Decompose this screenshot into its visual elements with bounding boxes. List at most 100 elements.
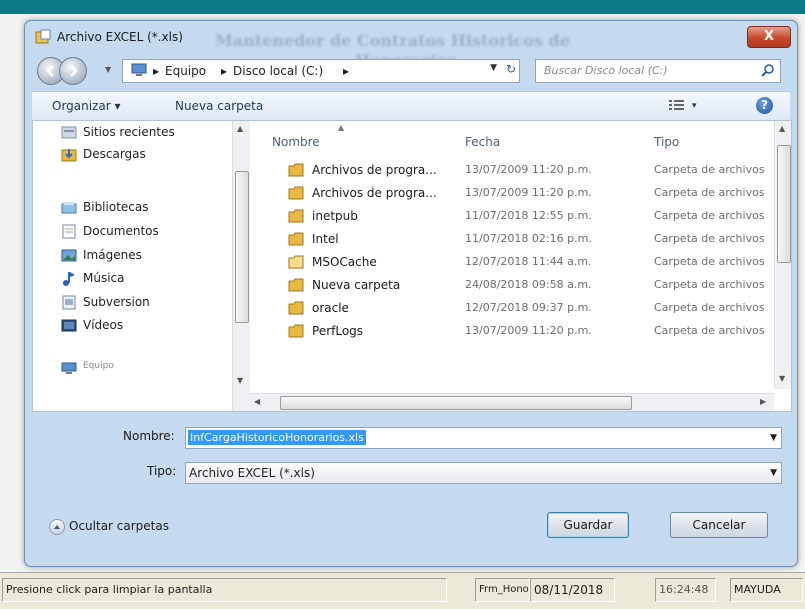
- breadcrumb-separator[interactable]: ▸: [343, 64, 349, 78]
- file-date: 13/07/2009 11:20 p.m.: [465, 163, 592, 176]
- file-name-value[interactable]: InfCargaHistoricoHonorarios.xls: [188, 430, 366, 445]
- address-bar[interactable]: ▸ Equipo ▸ Disco local (C:) ▸ ▼ ↻: [122, 59, 520, 83]
- file-name: PerfLogs: [312, 324, 364, 338]
- nav-item-label: Equipo: [83, 361, 114, 371]
- file-list-scrollbar[interactable]: ▲ ▼: [774, 121, 791, 389]
- nav-item-computer[interactable]: Equipo: [61, 361, 114, 379]
- nav-item-label: Subversion: [83, 295, 150, 309]
- column-header-type[interactable]: Tipo: [654, 135, 679, 149]
- nav-item-documents[interactable]: Documentos: [62, 224, 159, 242]
- breadcrumb-equipo[interactable]: Equipo: [165, 64, 206, 78]
- file-name: Archivos de progra...: [312, 186, 437, 200]
- scroll-up-icon[interactable]: ▲: [237, 124, 243, 133]
- folder-icon: [288, 255, 304, 269]
- search-icon[interactable]: [761, 63, 775, 77]
- help-icon[interactable]: ?: [756, 97, 773, 114]
- file-row[interactable]: Intel 11/07/2018 02:16 p.m. Carpeta de arc…: [250, 230, 774, 252]
- horizontal-scrollbar[interactable]: ◀ ▶: [250, 393, 774, 411]
- collapse-icon: [49, 519, 65, 535]
- chevron-down-icon[interactable]: ▼: [770, 468, 777, 478]
- nav-item-music[interactable]: Música: [63, 271, 125, 289]
- status-time: 16:24:48: [655, 578, 716, 602]
- file-row[interactable]: Archivos de progra... 13/07/2009 11:20 p.…: [250, 184, 774, 206]
- folder-icon: [288, 278, 304, 292]
- scroll-down-icon[interactable]: ▼: [237, 376, 243, 385]
- navigation-pane: Sitios recientes Descargas Bibliotecas D…: [33, 121, 231, 411]
- app-title-strip: [0, 0, 805, 14]
- hide-folders-label: Ocultar carpetas: [69, 519, 169, 533]
- save-file-dialog: Archivo EXCEL (*.xls) Mantenedor de Cont…: [24, 20, 798, 567]
- nav-item-downloads[interactable]: Descargas: [61, 147, 146, 165]
- recent-pages-dropdown-icon[interactable]: ▼: [105, 65, 111, 74]
- sort-ascending-icon: ▲: [338, 123, 345, 132]
- folder-icon: [288, 209, 304, 223]
- scroll-right-icon[interactable]: ▶: [760, 397, 766, 406]
- nav-item-libraries[interactable]: Bibliotecas: [61, 200, 149, 218]
- file-row[interactable]: Nueva carpeta 24/08/2018 09:58 a.m. Carpet…: [250, 276, 774, 298]
- file-date: 13/07/2009 11:20 p.m.: [465, 186, 592, 199]
- file-name-input[interactable]: InfCargaHistoricoHonorarios.xls ▼: [185, 427, 782, 449]
- file-date: 13/07/2009 11:20 p.m.: [465, 324, 592, 337]
- scroll-up-icon[interactable]: ▲: [779, 124, 785, 133]
- file-row[interactable]: MSOCache 12/07/2018 11:44 a.m. Carpeta de …: [250, 253, 774, 275]
- file-type: Carpeta de archivos: [654, 301, 765, 314]
- nav-item-videos[interactable]: Vídeos: [61, 318, 123, 336]
- folder-document-icon: [35, 29, 51, 44]
- file-type-select[interactable]: Archivo EXCEL (*.xls) ▼: [185, 462, 782, 484]
- file-type: Carpeta de archivos: [654, 278, 765, 291]
- nav-item-label: Descargas: [83, 147, 146, 161]
- nav-item-subversion[interactable]: Subversion: [62, 295, 150, 313]
- nav-scroll-thumb[interactable]: [235, 171, 249, 323]
- cancel-button[interactable]: Cancelar: [670, 512, 768, 538]
- libraries-icon: [61, 202, 77, 214]
- save-button[interactable]: Guardar: [547, 512, 629, 538]
- computer-icon: [131, 63, 147, 76]
- breadcrumb-disco-local[interactable]: Disco local (C:): [233, 64, 323, 78]
- organize-menu[interactable]: Organizar ▾: [52, 99, 121, 113]
- nav-item-pictures[interactable]: Imágenes: [61, 248, 142, 266]
- scroll-left-icon[interactable]: ◀: [254, 397, 260, 406]
- horizontal-scroll-thumb[interactable]: [280, 396, 632, 410]
- navigation-buttons: [37, 57, 95, 85]
- refresh-icon[interactable]: ↻: [506, 62, 516, 76]
- status-bar: Presione click para limpiar la pantalla …: [0, 572, 805, 609]
- file-name: oracle: [312, 301, 349, 315]
- downloads-icon: [61, 149, 77, 162]
- search-input[interactable]: Buscar Disco local (C:): [535, 59, 781, 83]
- file-date: 12/07/2018 09:37 p.m.: [465, 301, 592, 314]
- file-scroll-thumb[interactable]: [777, 145, 791, 263]
- address-dropdown-icon[interactable]: ▼: [490, 63, 497, 73]
- file-row[interactable]: oracle 12/07/2018 09:37 p.m. Carpeta de ar…: [250, 299, 774, 321]
- file-date: 11/07/2018 12:55 p.m.: [465, 209, 592, 222]
- file-row[interactable]: inetpub 11/07/2018 12:55 p.m. Carpeta de a…: [250, 207, 774, 229]
- search-placeholder: Buscar Disco local (C:): [544, 64, 668, 77]
- view-dropdown-icon[interactable]: ▾: [692, 101, 697, 111]
- column-header-name[interactable]: Nombre: [272, 135, 320, 149]
- documents-icon: [62, 224, 76, 239]
- folder-icon: [288, 186, 304, 200]
- file-date: 11/07/2018 02:16 p.m.: [465, 232, 592, 245]
- file-name: Archivos de progra...: [312, 163, 437, 177]
- file-name-label: Nombre:: [123, 429, 175, 443]
- dialog-title: Archivo EXCEL (*.xls): [57, 30, 183, 44]
- file-row[interactable]: Archivos de progra... 13/07/2009 11:20 p.…: [250, 161, 774, 183]
- chevron-down-icon[interactable]: ▼: [770, 433, 777, 443]
- forward-button[interactable]: [59, 57, 87, 85]
- background-window-title: Mantenedor de Contratos Historicos de: [215, 31, 570, 50]
- nav-item-recent[interactable]: Sitios recientes: [61, 125, 175, 143]
- nav-pane-scrollbar[interactable]: ▲ ▼: [232, 121, 250, 411]
- file-type: Carpeta de archivos: [654, 163, 765, 176]
- subversion-icon: [62, 295, 76, 310]
- column-header-date[interactable]: Fecha: [465, 135, 500, 149]
- view-options-icon[interactable]: [668, 98, 686, 112]
- file-type-label: Tipo:: [147, 464, 177, 478]
- nav-item-label: Bibliotecas: [83, 200, 149, 214]
- file-type: Carpeta de archivos: [654, 324, 765, 337]
- file-type: Carpeta de archivos: [654, 255, 765, 268]
- nav-item-label: Música: [83, 271, 125, 285]
- new-folder-button[interactable]: Nueva carpeta: [175, 99, 263, 113]
- pictures-icon: [61, 249, 77, 262]
- close-button[interactable]: X: [747, 26, 791, 48]
- scroll-down-icon[interactable]: ▼: [779, 374, 785, 383]
- file-row[interactable]: PerfLogs 13/07/2009 11:20 p.m. Carpeta de …: [250, 322, 774, 344]
